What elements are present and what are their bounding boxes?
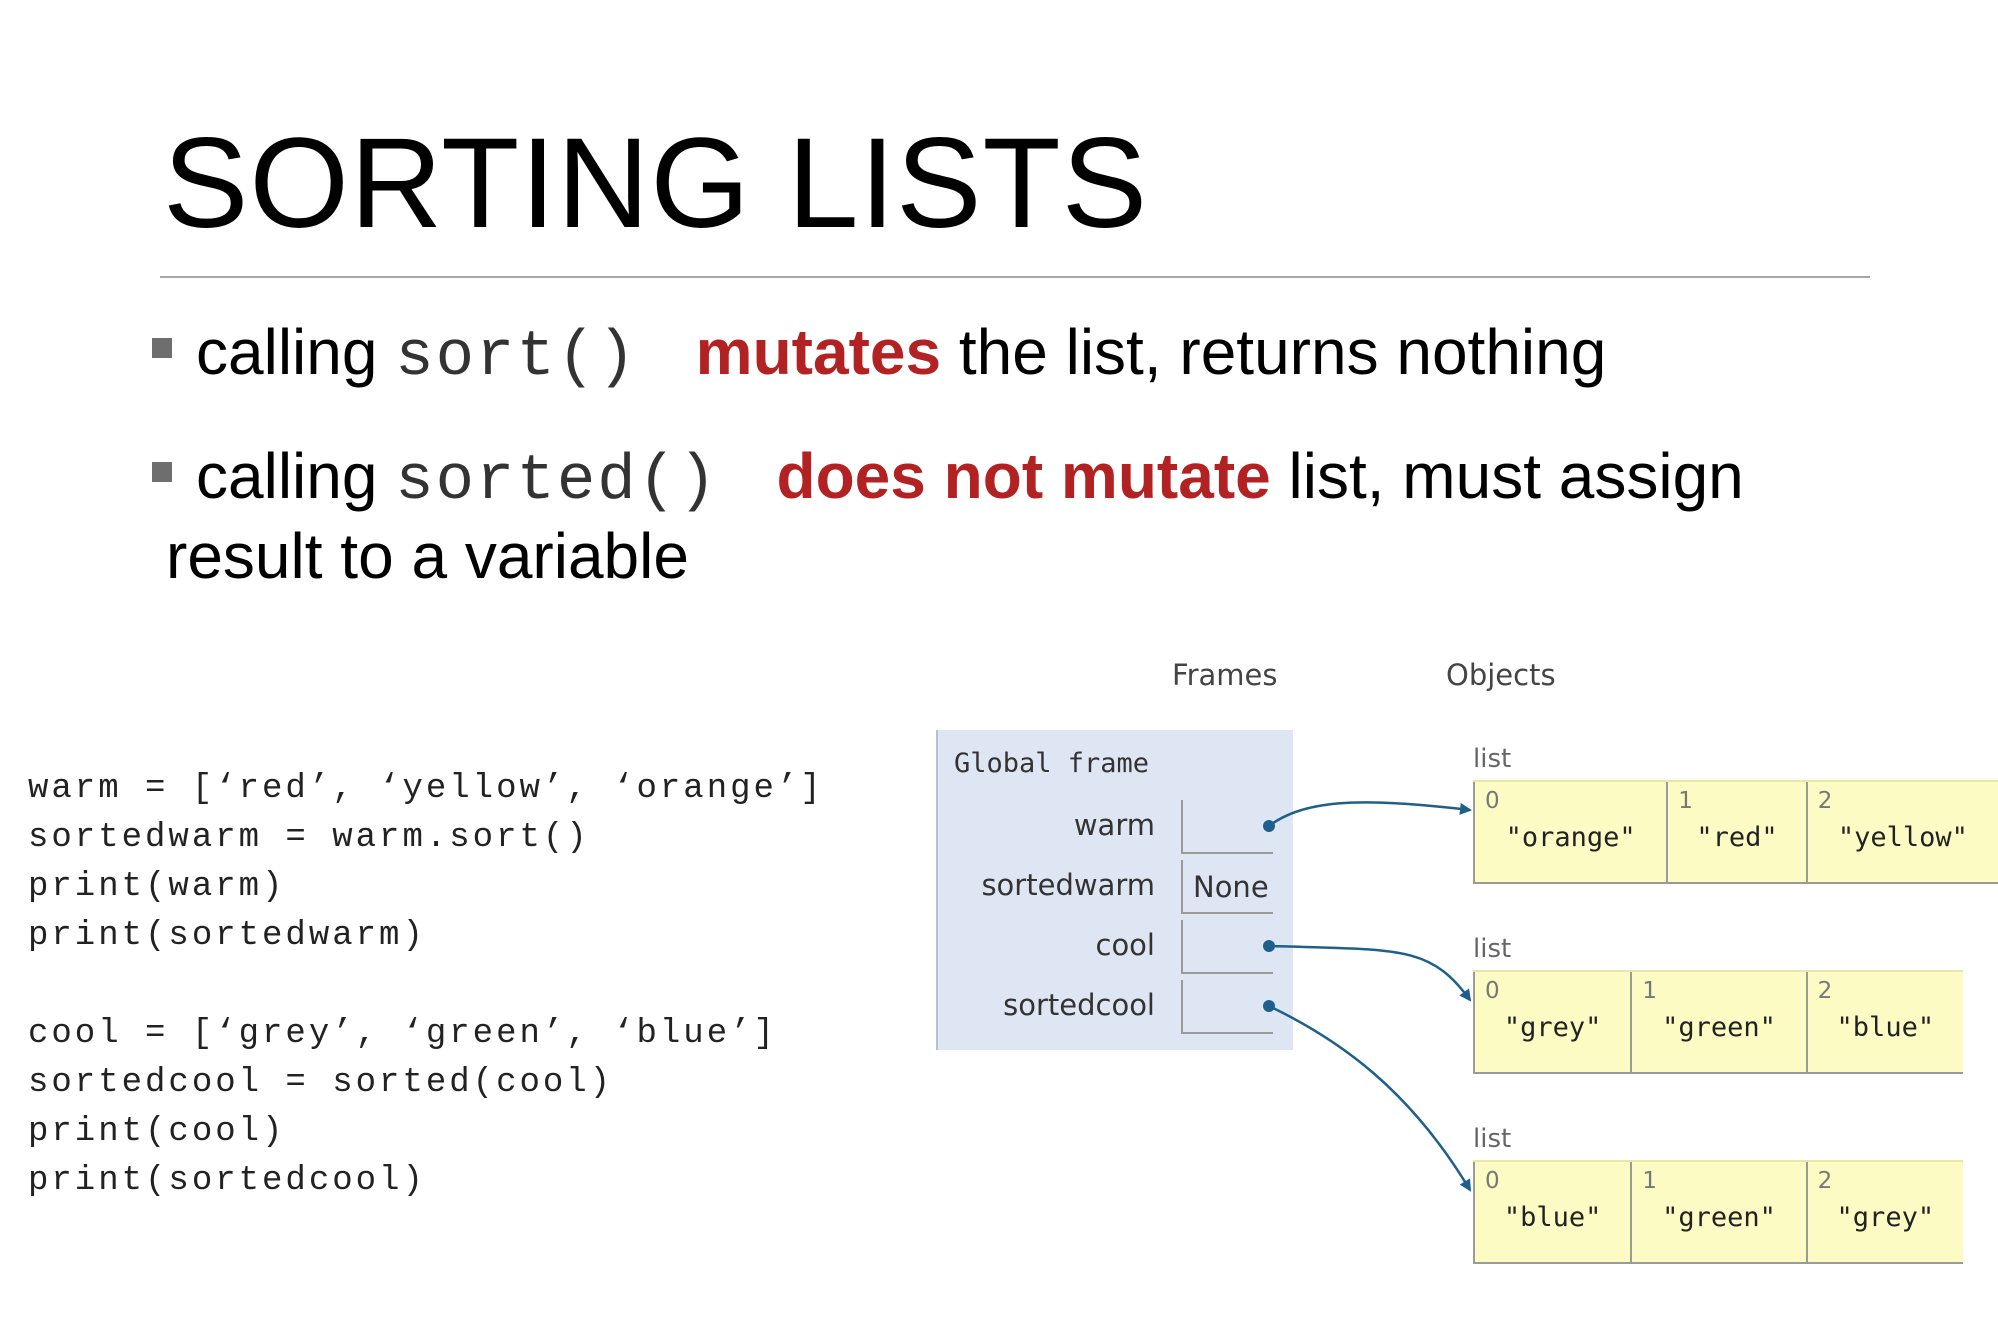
pointer-arrows — [1263, 801, 1472, 1192]
sortedcool-pointer-arrow — [1268, 1004, 1472, 1192]
cool-pointer-arrow — [1268, 944, 1472, 1002]
warm-pointer-arrow — [1268, 801, 1472, 827]
